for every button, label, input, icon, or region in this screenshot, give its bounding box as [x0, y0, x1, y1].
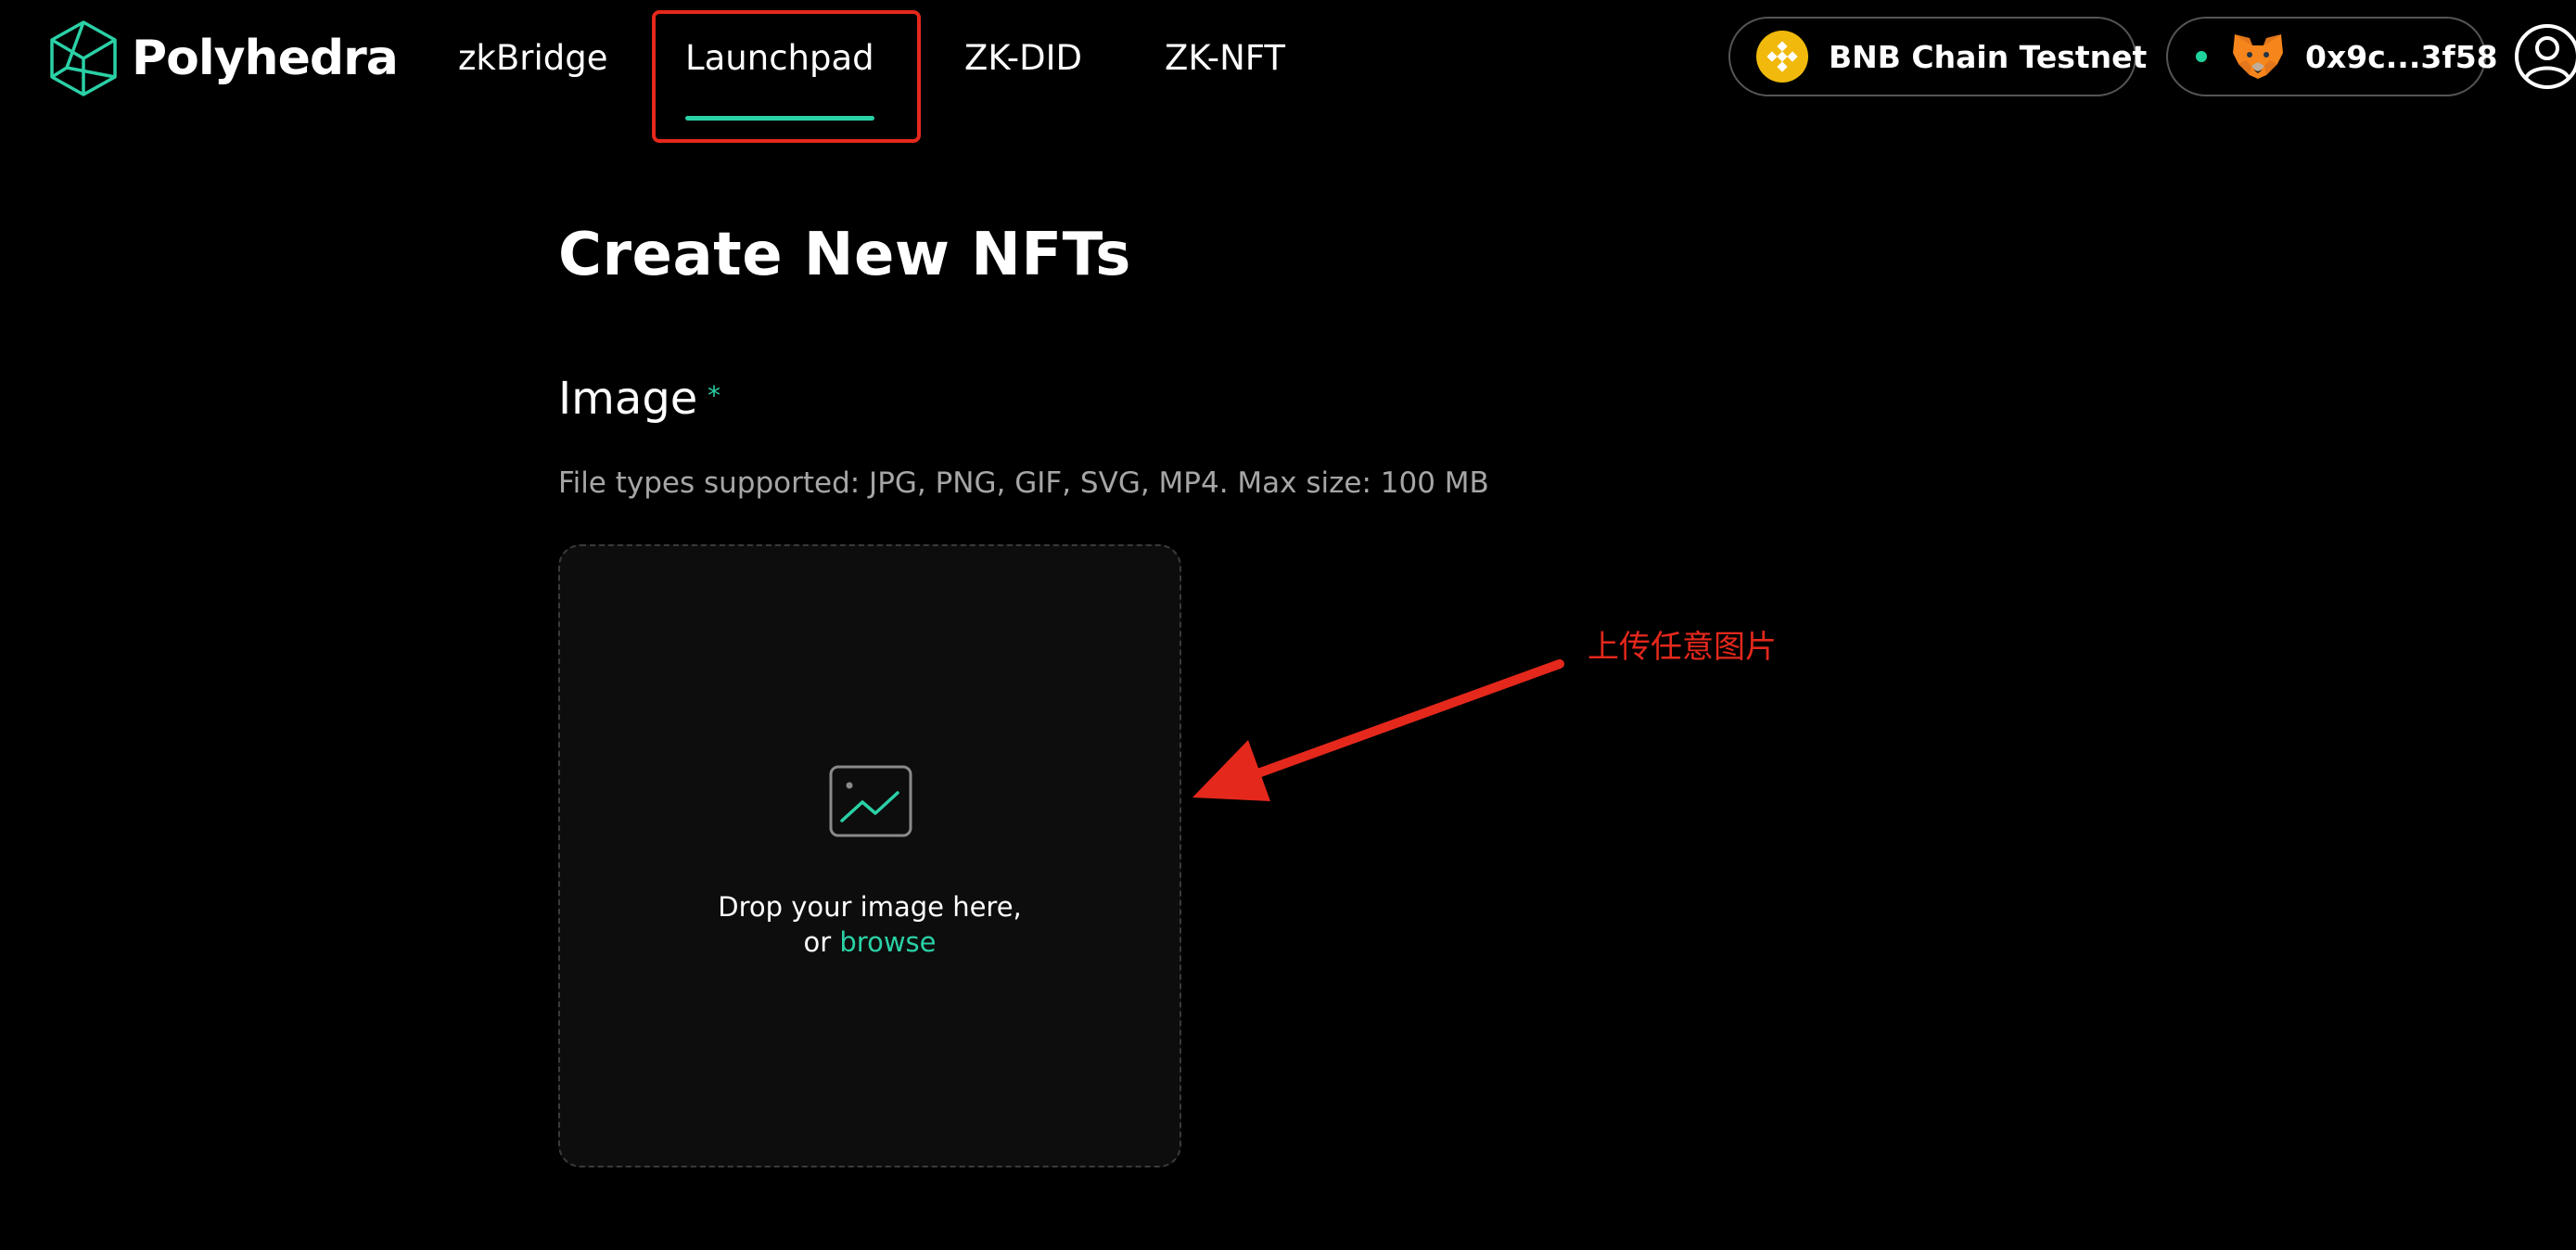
image-upload-dropzone[interactable]: Drop your image here, or browse: [558, 544, 1181, 1167]
annotation-arrow-icon: [1192, 659, 1564, 801]
page-title: Create New NFTs: [558, 221, 1131, 289]
metamask-fox-icon: [2233, 34, 2283, 79]
dropzone-browse-line: or browse: [560, 926, 1180, 958]
brand-logo[interactable]: Polyhedra: [48, 19, 399, 98]
user-icon[interactable]: [2513, 22, 2576, 91]
image-placeholder-icon: [829, 765, 912, 837]
nav-item-label: ZK-DID: [964, 37, 1082, 78]
annotation-highlight-box: [652, 10, 921, 143]
wallet-account-button[interactable]: 0x9c...3f58: [2166, 17, 2498, 96]
dropzone-or-text: or: [803, 926, 832, 958]
nav-item-label: zkBridge: [458, 37, 608, 78]
network-name: BNB Chain Testnet: [1829, 38, 2148, 75]
nav-item-zk-nft[interactable]: ZK-NFT: [1165, 19, 1285, 96]
brand-name: Polyhedra: [132, 31, 399, 86]
browse-link[interactable]: browse: [839, 926, 936, 958]
required-indicator: *: [708, 380, 721, 411]
wallet-address: 0x9c...3f58: [2305, 38, 2498, 75]
connection-status-dot: [2196, 51, 2207, 62]
nav-item-zk-did[interactable]: ZK-DID: [964, 19, 1082, 96]
dropzone-instruction: Drop your image here,: [718, 891, 1022, 923]
image-field-label: Image: [558, 373, 698, 425]
bnb-chain-icon: [1756, 31, 1808, 83]
nav-item-zkbridge[interactable]: zkBridge: [458, 19, 607, 96]
polyhedra-logo-icon: [50, 20, 117, 96]
network-selector-button[interactable]: BNB Chain Testnet: [1728, 17, 2147, 96]
page: Polyhedra zkBridge Launchpad ZK-DID ZK-N…: [0, 0, 2576, 1250]
annotation-label: 上传任意图片: [1588, 629, 1777, 666]
nav-item-label: ZK-NFT: [1165, 37, 1285, 78]
file-types-helper-text: File types supported: JPG, PNG, GIF, SVG…: [558, 466, 1489, 500]
